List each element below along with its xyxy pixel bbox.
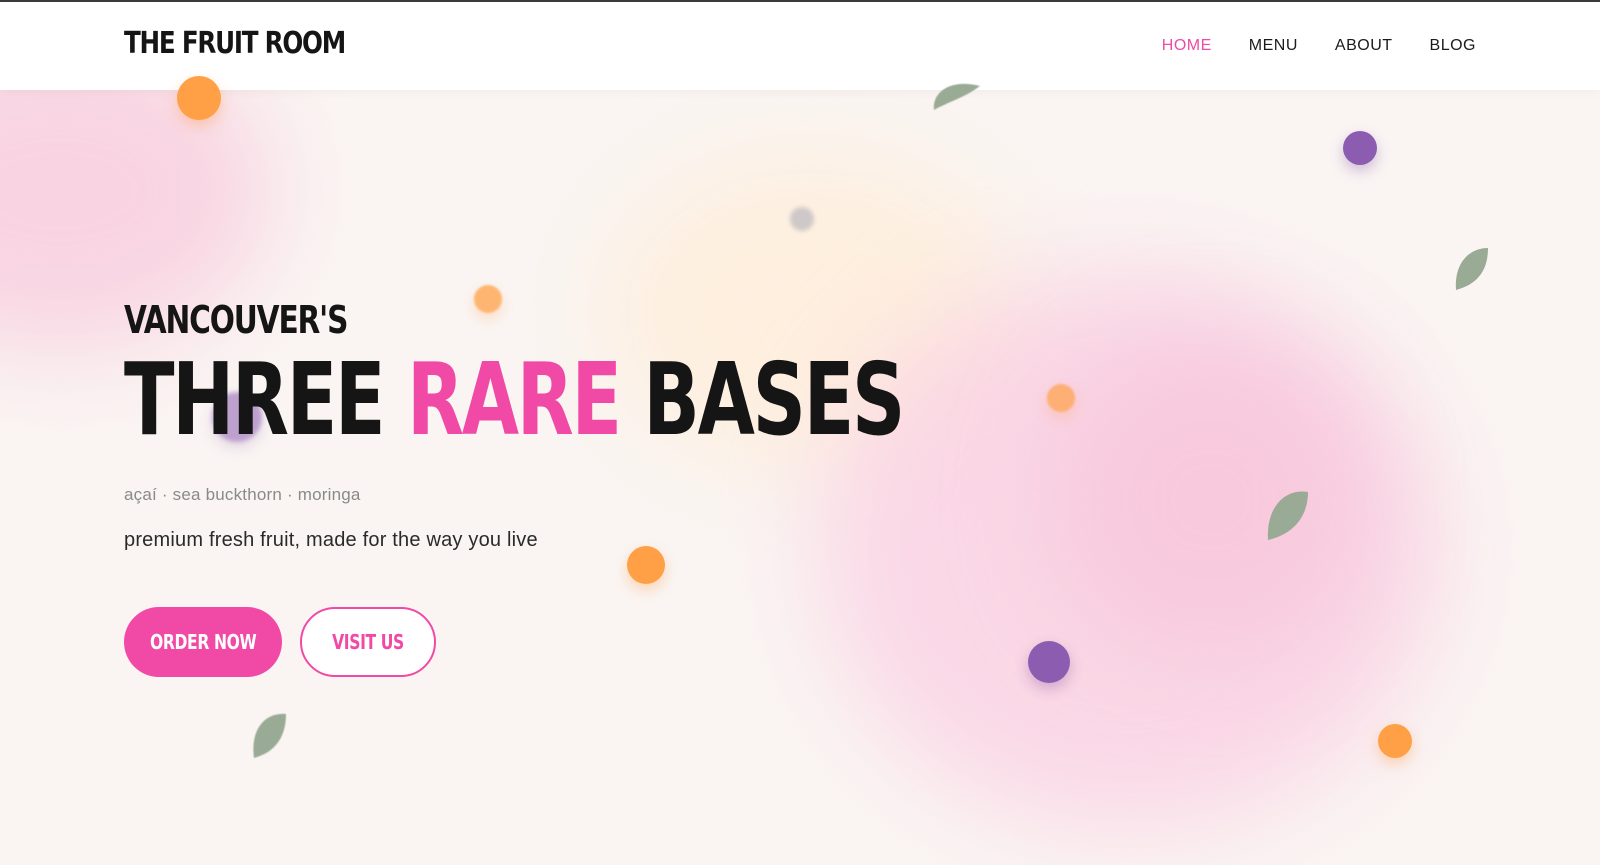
leaf-icon [1455,248,1488,290]
grey-berry-icon [790,207,814,231]
purple-berry-icon [1343,131,1377,165]
hero-buttons: ORDER NOW VISIT US [124,607,436,677]
site-header: THE FRUIT ROOM HOME MENU ABOUT BLOG [0,2,1600,90]
leaf-icon [253,713,286,758]
top-border [0,0,1600,2]
leaf-icon [1267,491,1308,540]
visit-us-label: VISIT US [332,630,404,654]
visit-us-button[interactable]: VISIT US [300,607,436,677]
nav-menu-link[interactable]: MENU [1249,37,1298,55]
orange-berry-icon [1378,724,1412,758]
nav-about-link[interactable]: ABOUT [1335,37,1393,55]
headline-word: THREE [124,341,386,458]
nav-blog-link[interactable]: BLOG [1430,37,1476,55]
purple-berry-icon [1028,641,1070,683]
orange-berry-icon [177,76,221,120]
hero-eyebrow: VANCOUVER'S [124,298,348,342]
headline-accent-word: RARE [406,341,622,458]
hero-tagline: premium fresh fruit, made for the way yo… [124,529,538,551]
order-now-button[interactable]: ORDER NOW [124,607,282,677]
leaf-icon [933,83,980,110]
hero-text-block: VANCOUVER'S THREE RARE BASES açaí · sea … [124,300,1177,552]
headline-word: BASES [643,341,905,458]
hero-ingredients: açaí · sea buckthorn · moringa [124,485,361,504]
hero-headline: THREE RARE BASES [124,350,905,450]
order-now-label: ORDER NOW [149,630,257,654]
main-nav: HOME MENU ABOUT BLOG [1162,37,1476,55]
nav-home-link[interactable]: HOME [1162,37,1212,55]
site-logo[interactable]: THE FRUIT ROOM [124,26,346,61]
